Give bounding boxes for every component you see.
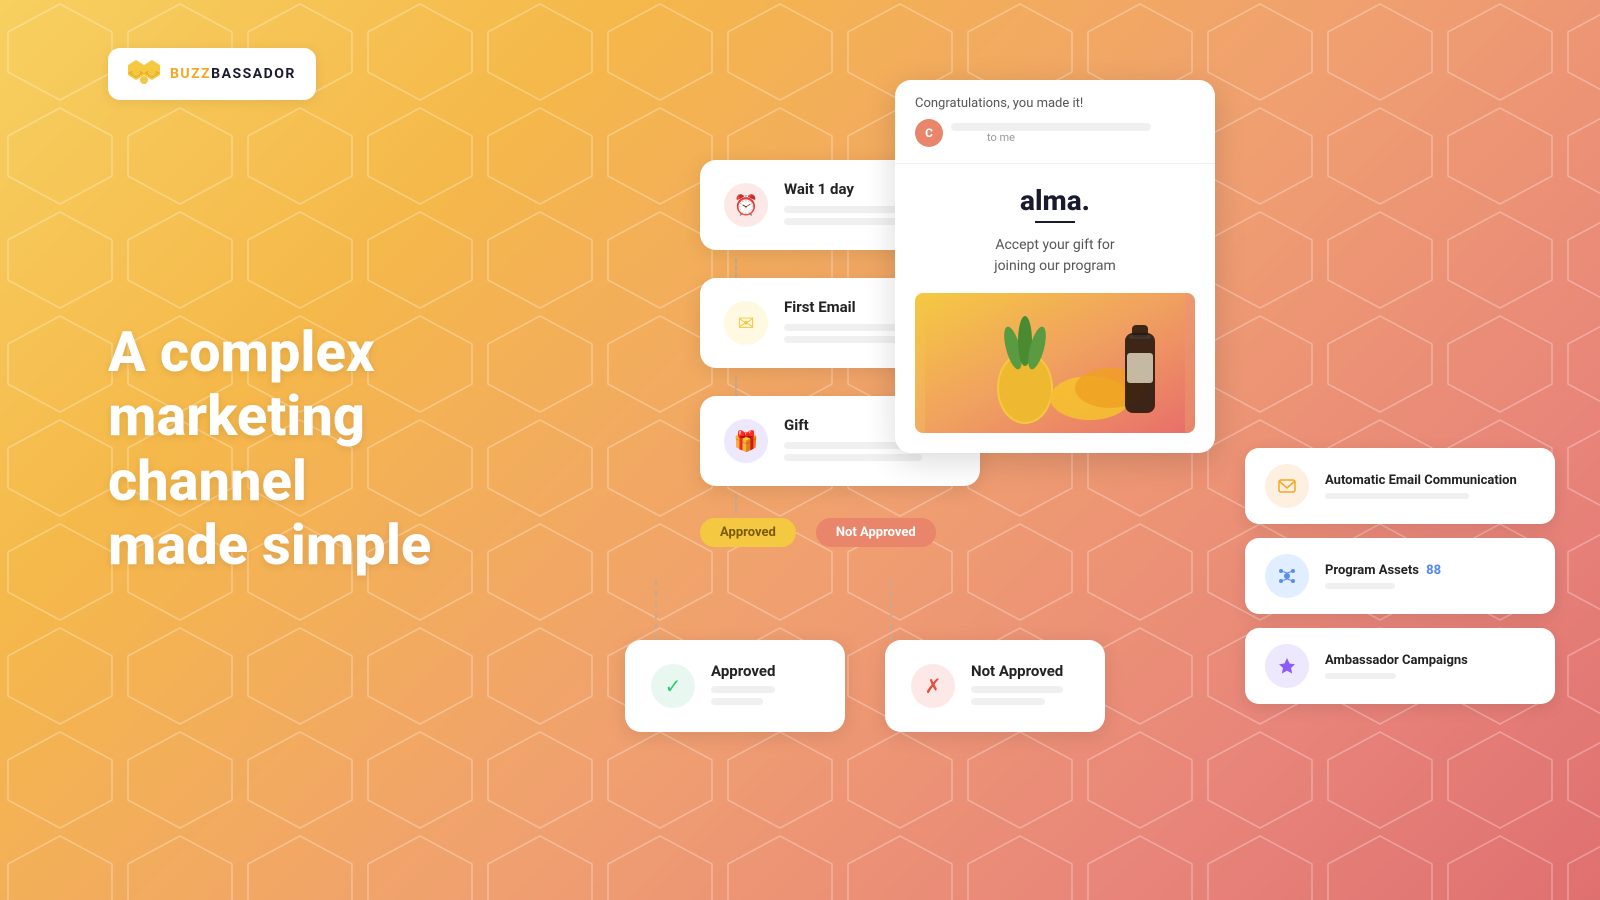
connector2 — [735, 376, 737, 396]
hero-section: A complex marketing channel made simple — [108, 320, 568, 578]
email-icon: ✉ — [724, 301, 768, 345]
ambassador-campaigns-feature-card[interactable]: Ambassador Campaigns — [1245, 628, 1555, 704]
connector1 — [735, 258, 737, 278]
approved-result-card[interactable]: ✓ Approved — [625, 640, 845, 732]
email-body: alma. Accept your gift for joining our p… — [895, 164, 1215, 453]
program-assets-badge: 88 — [1426, 563, 1441, 578]
logo: BUZZBASSADOR — [108, 48, 316, 100]
connector3 — [735, 494, 737, 514]
logo-icon — [128, 60, 160, 88]
approved-check-icon: ✓ — [651, 664, 695, 708]
hero-line2: marketing channel — [108, 383, 365, 513]
not-approved-line2 — [971, 698, 1045, 705]
email-avatar: C — [915, 119, 943, 147]
email-tagline: Accept your gift for joining our program — [915, 235, 1195, 277]
gift-line2 — [784, 454, 922, 461]
auto-email-title: Automatic Email Communication — [1325, 473, 1517, 488]
ambassador-campaigns-icon — [1265, 644, 1309, 688]
approved-line1 — [711, 686, 775, 693]
hero-line1: A complex — [108, 319, 375, 385]
program-assets-title: Program Assets 88 — [1325, 563, 1441, 578]
gift-icon: 🎁 — [724, 419, 768, 463]
not-approved-x-icon: ✗ — [911, 664, 955, 708]
not-approved-result-card[interactable]: ✗ Not Approved — [885, 640, 1105, 732]
branch-line-left — [655, 580, 657, 640]
email-to: to me — [987, 131, 1151, 144]
wait-icon: ⏰ — [724, 183, 768, 227]
brand-underline — [1035, 221, 1075, 223]
auto-email-feature-card[interactable]: Automatic Email Communication — [1245, 448, 1555, 524]
not-approved-line1 — [971, 686, 1063, 693]
brand-name: alma. — [915, 184, 1195, 217]
hero-heading: A complex marketing channel made simple — [108, 320, 568, 578]
program-assets-feature-card[interactable]: Program Assets 88 — [1245, 538, 1555, 614]
auto-email-card-text: Automatic Email Communication — [1325, 473, 1517, 499]
program-assets-icon — [1265, 554, 1309, 598]
email-from-row: C to me — [915, 119, 1195, 147]
branch-line-right — [890, 580, 892, 640]
tagline-line1: Accept your gift for — [995, 237, 1114, 253]
branch-cards-area: ✓ Approved ✗ Not Approved — [625, 640, 1105, 732]
logo-buzz: BUZZ — [170, 66, 211, 82]
feature-cards-area: Automatic Email Communication Program As… — [1245, 448, 1555, 704]
hero-line3: made simple — [108, 512, 431, 578]
not-approved-card-title: Not Approved — [971, 662, 1063, 680]
logo-bassador: BASSADOR — [211, 66, 296, 82]
auto-email-bar — [1325, 493, 1469, 499]
email-preview-card: Congratulations, you made it! C to me al… — [895, 80, 1215, 453]
email-header: Congratulations, you made it! C to me — [895, 80, 1215, 164]
tagline-line2: joining our program — [994, 258, 1116, 274]
approved-line2 — [711, 698, 763, 705]
ambassador-campaigns-title: Ambassador Campaigns — [1325, 653, 1468, 668]
not-approved-branch-label[interactable]: Not Approved — [816, 518, 936, 547]
program-assets-bar — [1325, 583, 1395, 589]
email-product-image — [915, 293, 1195, 433]
ambassador-campaigns-bar — [1325, 673, 1396, 679]
not-approved-card-text: Not Approved — [971, 662, 1063, 710]
auto-email-icon — [1265, 464, 1309, 508]
branch-labels: Approved Not Approved — [700, 518, 980, 547]
from-line-placeholder — [951, 123, 1151, 131]
email-subject: Congratulations, you made it! — [915, 96, 1195, 111]
approved-branch-label[interactable]: Approved — [700, 518, 796, 547]
program-assets-card-text: Program Assets 88 — [1325, 563, 1441, 589]
ambassador-campaigns-card-text: Ambassador Campaigns — [1325, 653, 1468, 679]
approved-card-text: Approved — [711, 662, 775, 710]
logo-text: BUZZBASSADOR — [170, 66, 296, 82]
approved-card-title: Approved — [711, 662, 775, 680]
